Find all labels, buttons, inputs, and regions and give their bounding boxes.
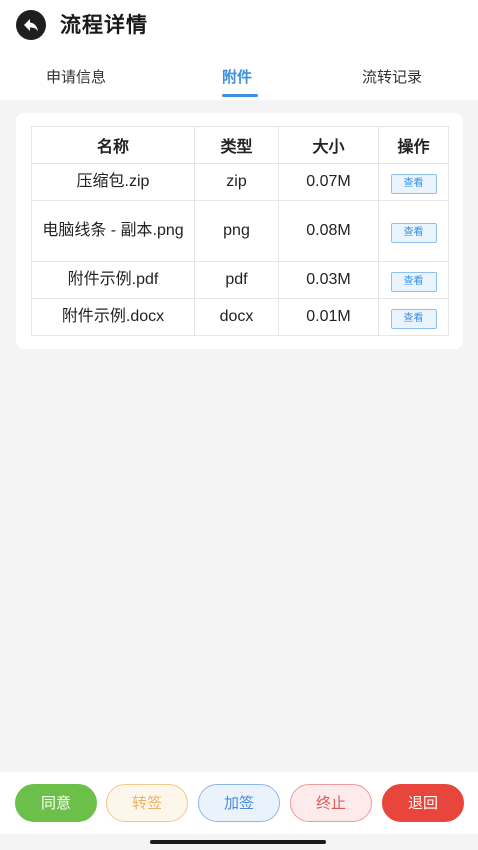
- view-button[interactable]: 查看: [390, 223, 437, 243]
- column-header-action: 操作: [378, 126, 449, 164]
- file-size: 0.07M: [278, 163, 379, 201]
- table-row: 附件示例.docx docx 0.01M 查看: [31, 298, 449, 336]
- table-row: 电脑线条 - 副本.png png 0.08M 查看: [31, 200, 449, 262]
- file-name: 附件示例.docx: [31, 298, 195, 336]
- table-header-row: 名称 类型 大小 操作: [31, 126, 449, 164]
- view-button[interactable]: 查看: [390, 272, 437, 292]
- home-indicator[interactable]: [150, 840, 326, 844]
- view-button[interactable]: 查看: [390, 309, 437, 329]
- file-size: 0.08M: [278, 200, 379, 262]
- file-type: docx: [194, 298, 279, 336]
- action-cell: 查看: [378, 261, 449, 299]
- terminate-button[interactable]: 终止: [290, 784, 372, 822]
- back-button[interactable]: [16, 10, 46, 40]
- transfer-button[interactable]: 转签: [106, 784, 188, 822]
- file-type: png: [194, 200, 279, 262]
- file-name: 压缩包.zip: [31, 163, 195, 201]
- tab-attachments[interactable]: 附件: [222, 66, 252, 87]
- tab-bar: 申请信息 附件 流转记录: [0, 56, 478, 100]
- tab-application-info[interactable]: 申请信息: [46, 66, 106, 87]
- agree-button[interactable]: 同意: [15, 784, 97, 822]
- column-header-size: 大小: [278, 126, 379, 164]
- file-name: 附件示例.pdf: [31, 261, 195, 299]
- table-row: 附件示例.pdf pdf 0.03M 查看: [31, 261, 449, 299]
- attachments-card: 名称 类型 大小 操作 压缩包.zip zip 0.07M 查看 电脑线条 - …: [16, 113, 463, 349]
- file-name: 电脑线条 - 副本.png: [31, 200, 195, 262]
- column-header-name: 名称: [31, 126, 195, 164]
- action-cell: 查看: [378, 163, 449, 201]
- active-tab-indicator: [222, 94, 258, 97]
- view-button[interactable]: 查看: [390, 174, 437, 194]
- app-page: 流程详情 申请信息 附件 流转记录 名称 类型 大小 操作 压缩包.zip zi…: [0, 0, 478, 850]
- add-sign-button[interactable]: 加签: [198, 784, 280, 822]
- action-cell: 查看: [378, 298, 449, 336]
- file-size: 0.03M: [278, 261, 379, 299]
- header: 流程详情 申请信息 附件 流转记录: [0, 0, 478, 100]
- tab-flow-records[interactable]: 流转记录: [362, 66, 422, 87]
- file-type: pdf: [194, 261, 279, 299]
- return-button[interactable]: 退回: [382, 784, 464, 822]
- file-size: 0.01M: [278, 298, 379, 336]
- action-cell: 查看: [378, 200, 449, 262]
- attachments-table: 名称 类型 大小 操作 压缩包.zip zip 0.07M 查看 电脑线条 - …: [31, 126, 449, 336]
- page-title: 流程详情: [60, 13, 148, 37]
- back-arrow-icon: [24, 19, 38, 32]
- file-type: zip: [194, 163, 279, 201]
- column-header-type: 类型: [194, 126, 279, 164]
- action-bar: 同意 转签 加签 终止 退回: [0, 772, 478, 834]
- table-row: 压缩包.zip zip 0.07M 查看: [31, 163, 449, 201]
